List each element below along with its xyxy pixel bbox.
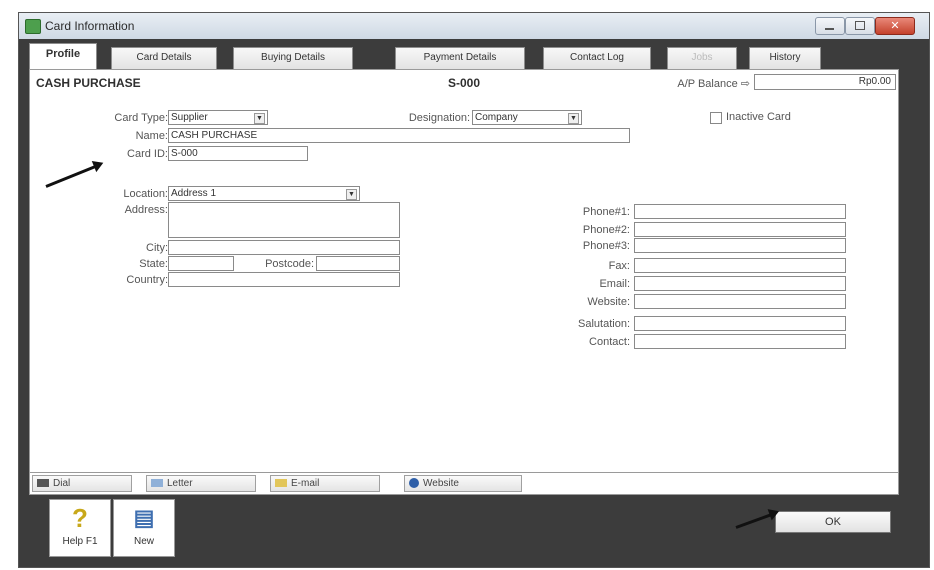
address-label: Address:: [124, 204, 168, 216]
email-field[interactable]: [634, 276, 846, 291]
fax-label: Fax:: [608, 260, 630, 272]
card-type-label: Card Type:: [114, 112, 168, 124]
location-value: Address 1: [171, 188, 217, 199]
city-label: City:: [146, 242, 168, 254]
inactive-card-checkbox[interactable]: [710, 112, 722, 124]
tab-contact-log[interactable]: Contact Log: [543, 47, 651, 69]
new-card-icon: ▤: [133, 505, 155, 530]
card-id-label: Card ID:: [127, 148, 168, 160]
designation-label: Designation:: [408, 112, 470, 124]
email-label-btn: E-mail: [291, 478, 320, 489]
postcode-field[interactable]: [316, 256, 400, 271]
phone1-field[interactable]: [634, 204, 846, 219]
app-icon: [25, 19, 41, 34]
address-field[interactable]: [168, 202, 400, 238]
card-type-dropdown[interactable]: Supplier ▼: [168, 110, 268, 125]
ap-balance-label: A/P Balance ⇨: [677, 78, 750, 90]
ok-button[interactable]: OK: [775, 511, 891, 533]
letter-label: Letter: [167, 478, 193, 489]
action-bar: Dial Letter E-mail Website: [29, 473, 899, 495]
tab-strip: Profile Card Details Buying Details Paym…: [19, 39, 929, 70]
website-field[interactable]: [634, 294, 846, 309]
state-label: State:: [139, 258, 168, 270]
new-button[interactable]: ▤ New: [113, 499, 175, 557]
card-code-heading: S-000: [448, 76, 481, 90]
tab-jobs: Jobs: [667, 47, 737, 69]
website-label-btn: Website: [423, 478, 459, 489]
minimize-button[interactable]: [815, 17, 845, 35]
letter-icon: [151, 479, 163, 488]
name-field[interactable]: CASH PURCHASE: [168, 128, 630, 143]
help-button[interactable]: ? Help F1: [49, 499, 111, 557]
website-button[interactable]: Website: [404, 475, 522, 492]
phone3-label: Phone#3:: [582, 240, 630, 252]
phone1-label: Phone#1:: [582, 206, 630, 218]
postcode-label: Postcode:: [265, 258, 314, 270]
email-label: Email:: [599, 278, 630, 290]
card-name-heading: CASH PURCHASE: [36, 76, 141, 90]
maximize-button[interactable]: [845, 17, 875, 35]
card-id-field[interactable]: S-000: [168, 146, 308, 161]
tab-payment-details[interactable]: Payment Details: [395, 47, 525, 69]
tab-profile[interactable]: Profile: [29, 43, 97, 70]
window-title: Card Information: [45, 19, 135, 33]
card-type-value: Supplier: [171, 112, 208, 123]
inactive-card-label: Inactive Card: [726, 111, 791, 123]
question-mark-icon: ?: [72, 503, 88, 533]
email-button[interactable]: E-mail: [270, 475, 380, 492]
salutation-label: Salutation:: [578, 318, 630, 330]
help-label: Help F1: [62, 536, 98, 547]
envelope-icon: [275, 479, 287, 488]
website-label: Website:: [587, 296, 630, 308]
profile-panel: CASH PURCHASE S-000 A/P Balance ⇨ Rp0.00…: [29, 69, 899, 473]
designation-dropdown[interactable]: Company ▼: [472, 110, 582, 125]
designation-value: Company: [475, 112, 518, 123]
dial-label: Dial: [53, 478, 71, 489]
title-bar: Card Information ✕: [19, 13, 929, 40]
city-field[interactable]: [168, 240, 400, 255]
location-label: Location:: [123, 188, 168, 200]
phone3-field[interactable]: [634, 238, 846, 253]
name-label: Name:: [135, 130, 168, 142]
card-information-window: Card Information ✕ Profile Card Details …: [18, 12, 930, 568]
tab-history[interactable]: History: [749, 47, 821, 69]
dial-button[interactable]: Dial: [32, 475, 132, 492]
country-label: Country:: [126, 274, 168, 286]
fax-field[interactable]: [634, 258, 846, 273]
contact-label: Contact:: [589, 336, 630, 348]
phone2-field[interactable]: [634, 222, 846, 237]
tab-card-details[interactable]: Card Details: [111, 47, 217, 69]
location-dropdown[interactable]: Address 1 ▼: [168, 186, 360, 201]
chevron-down-icon: ▼: [568, 113, 579, 124]
chevron-down-icon: ▼: [254, 113, 265, 124]
letter-button[interactable]: Letter: [146, 475, 256, 492]
salutation-field[interactable]: [634, 316, 846, 331]
state-field[interactable]: [168, 256, 234, 271]
phone2-label: Phone#2:: [582, 224, 630, 236]
phone-icon: [37, 479, 49, 488]
close-button[interactable]: ✕: [875, 17, 915, 35]
contact-field[interactable]: [634, 334, 846, 349]
ap-balance-field: Rp0.00: [754, 74, 896, 90]
new-label: New: [133, 536, 154, 547]
country-field[interactable]: [168, 272, 400, 287]
chevron-down-icon: ▼: [346, 189, 357, 200]
globe-icon: [409, 478, 419, 489]
tab-buying-details[interactable]: Buying Details: [233, 47, 353, 69]
